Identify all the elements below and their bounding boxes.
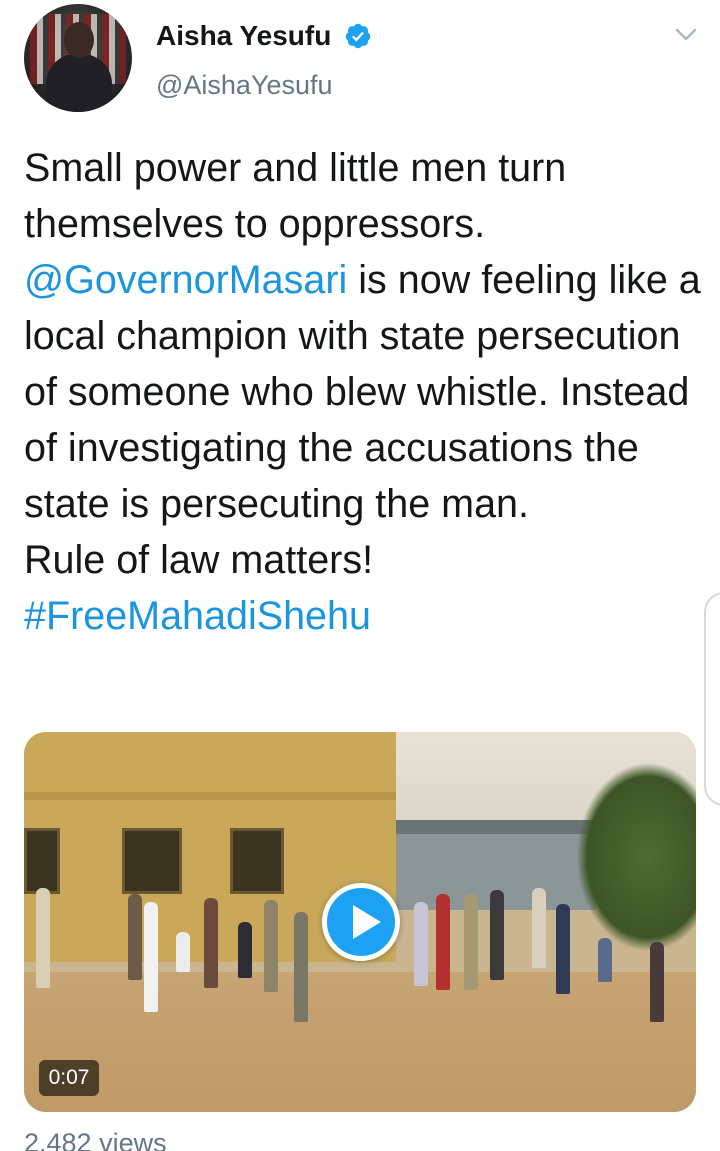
verified-badge-icon xyxy=(345,23,371,49)
mention-link[interactable]: @GovernorMasari xyxy=(24,258,347,302)
tweet-text-part: Rule of law matters! xyxy=(24,538,374,582)
play-button[interactable] xyxy=(322,883,400,961)
video-scene-person xyxy=(36,888,50,988)
video-scene-building-stripe xyxy=(24,792,396,800)
video-scene-person xyxy=(436,894,450,990)
video-scene-person xyxy=(414,902,428,986)
video-scene-person xyxy=(144,902,158,1012)
video-scene-person xyxy=(238,922,252,978)
author-handle[interactable]: @AishaYesufu xyxy=(156,70,333,101)
video-scene-person xyxy=(464,894,478,990)
video-scene-person xyxy=(294,912,308,1022)
video-scene-person xyxy=(598,938,612,982)
tweet-text-part: Small power and little men turn themselv… xyxy=(24,146,578,246)
side-panel-edge[interactable] xyxy=(704,592,720,806)
author-name[interactable]: Aisha Yesufu xyxy=(156,20,331,52)
video-scene-person xyxy=(176,932,190,972)
view-count: 2,482 views xyxy=(24,1128,167,1151)
video-scene-person xyxy=(264,900,278,992)
video-duration: 0:07 xyxy=(39,1060,99,1096)
hashtag-link[interactable]: #FreeMahadiShehu xyxy=(24,594,371,638)
chevron-down-icon[interactable] xyxy=(674,26,698,44)
video-player[interactable]: 0:07 xyxy=(24,732,696,1112)
video-scene-person xyxy=(490,890,504,980)
video-scene-person xyxy=(204,898,218,988)
video-scene-person xyxy=(556,904,570,994)
avatar-figure-head xyxy=(64,22,94,58)
video-scene-person xyxy=(650,942,664,1022)
author-avatar[interactable] xyxy=(24,4,132,112)
video-scene-shed-roof xyxy=(396,820,596,834)
video-scene-person xyxy=(532,888,546,968)
tweet-text: Small power and little men turn themselv… xyxy=(24,140,714,644)
avatar-figure-body xyxy=(46,54,112,112)
play-icon xyxy=(353,905,381,939)
video-scene-person xyxy=(128,894,142,980)
